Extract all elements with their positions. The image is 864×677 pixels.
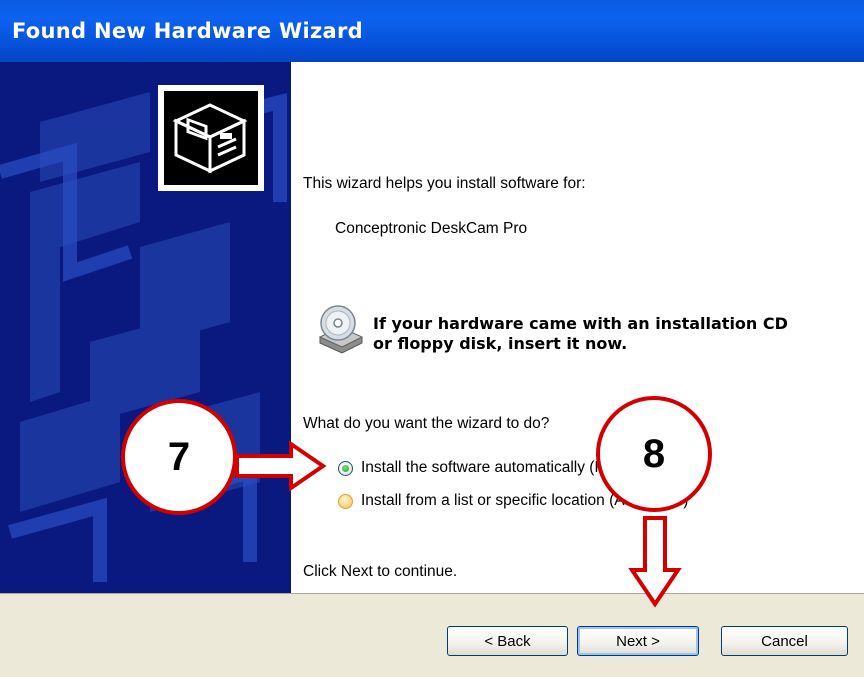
cd-drive-icon	[316, 303, 366, 355]
option-automatic-radio[interactable]	[338, 461, 353, 476]
cd-prompt-line2: or floppy disk, insert it now.	[373, 334, 628, 353]
window-title: Found New Hardware Wizard	[12, 19, 363, 43]
continue-hint: Click Next to continue.	[303, 563, 458, 580]
cd-prompt-line1: If your hardware came with an installati…	[373, 314, 788, 333]
back-button[interactable]: < Back	[447, 626, 568, 656]
cancel-button[interactable]: Cancel	[721, 626, 848, 656]
next-button[interactable]: Next >	[577, 626, 699, 656]
step-8-badge: 8	[596, 396, 712, 512]
title-bar: Found New Hardware Wizard	[0, 0, 864, 62]
option-advanced-radio[interactable]	[338, 494, 353, 509]
intro-text: This wizard helps you install software f…	[303, 175, 586, 192]
cd-prompt: If your hardware came with an installati…	[373, 314, 788, 354]
question-text: What do you want the wizard to do?	[303, 415, 550, 432]
device-name: Conceptronic DeskCam Pro	[335, 220, 528, 237]
hardware-wizard-icon	[158, 85, 264, 191]
step-7-badge: 7	[121, 399, 237, 515]
